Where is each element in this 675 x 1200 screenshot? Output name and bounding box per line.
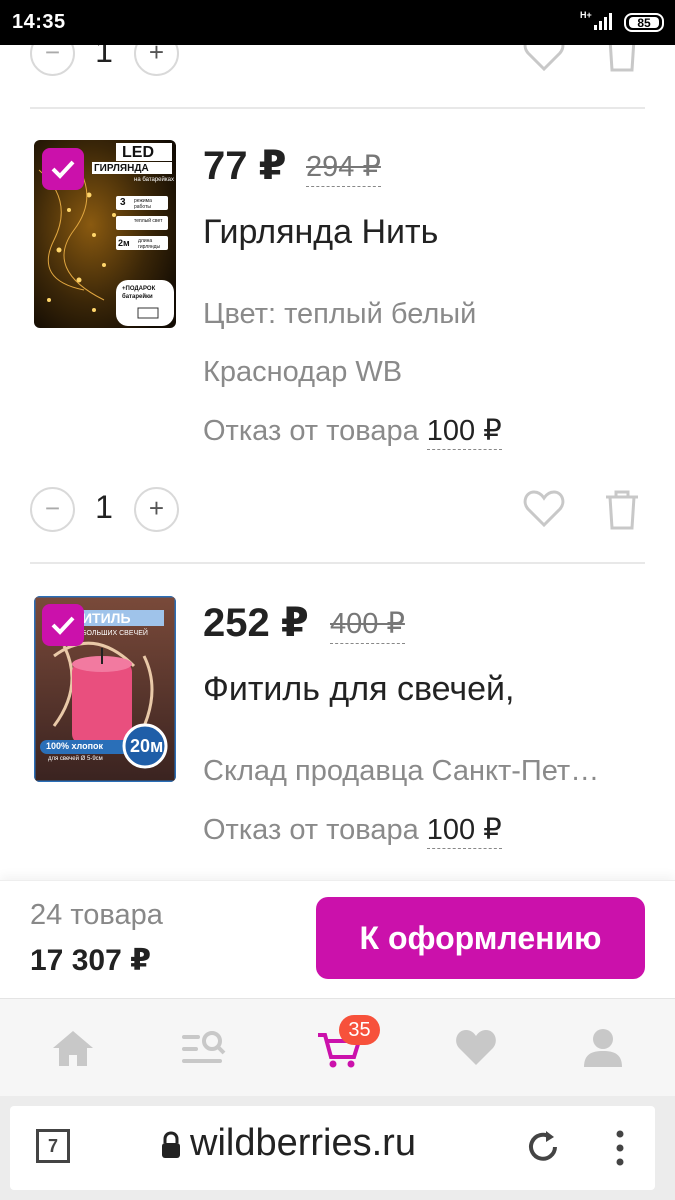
refusal-info: Отказ от товара 100 ₽ [203, 413, 502, 450]
refusal-label: Отказ от товара [203, 415, 419, 447]
status-bar: 14:35 H+ 85 [0, 0, 675, 45]
thumb-feature-text: режима работы [134, 198, 152, 210]
thumb-note: для свечей Ø 5-9см [48, 756, 103, 762]
thumb-feature-text: длина гирлянды [138, 238, 161, 250]
checkmark-icon [51, 160, 75, 179]
network-type: H+ [580, 10, 592, 20]
item-warehouse: Склад продавца Санкт-Пет… [203, 755, 600, 787]
favorites-icon[interactable] [453, 1027, 499, 1069]
thumb-led: LED [122, 144, 154, 161]
total-price: 17 307 ₽ [30, 944, 151, 977]
screen: { "status_bar": { "time": "14:35", "netw… [0, 0, 675, 1200]
delete-icon[interactable] [603, 45, 641, 73]
signal-icon [594, 12, 616, 30]
url-text[interactable]: wildberries.ru [190, 1122, 416, 1165]
item-name[interactable]: Гирлянда Нить [203, 213, 438, 252]
quantity-value: 1 [95, 489, 113, 525]
items-count: 24 товара [30, 899, 163, 931]
increase-quantity-button[interactable]: + [134, 45, 179, 76]
increase-quantity-button[interactable]: + [134, 487, 179, 532]
thumb-gift: +ПОДАРОК батарейки [122, 286, 156, 300]
thumb-length: 20м [130, 736, 164, 756]
lock-icon [162, 1131, 180, 1158]
cart-list[interactable]: − 1 + LED ГИРЛЯНДА на батарейках 3 режим… [0, 45, 675, 880]
quantity-value: 1 [95, 45, 113, 69]
product-image-wick[interactable]: ФИТИЛЬ БОЛЬШИХ СВЕЧЕЙ 100% хлопок для св… [34, 596, 176, 782]
favorite-icon[interactable] [522, 489, 566, 529]
divider [30, 562, 645, 564]
decrease-quantity-button[interactable]: − [30, 487, 75, 532]
menu-icon[interactable] [610, 1126, 630, 1170]
tabs-count-button[interactable]: 7 [36, 1129, 70, 1163]
thumb-feature-text: теплый свет [134, 218, 163, 224]
item-old-price[interactable]: 400 ₽ [330, 606, 405, 644]
status-time: 14:35 [12, 11, 66, 33]
browser-toolbar: 7 wildberries.ru [0, 1096, 675, 1200]
home-icon[interactable] [50, 1027, 96, 1069]
refusal-info: Отказ от товара 100 ₽ [203, 812, 502, 849]
thumb-subtitle: БОЛЬШИХ СВЕЧЕЙ [82, 630, 148, 637]
thumb-feature-num: 3 [120, 197, 126, 208]
select-checkbox[interactable] [42, 148, 84, 190]
item-name[interactable]: Фитиль для свечей, [203, 670, 514, 709]
quantity-row-prev: − 1 + [0, 45, 675, 81]
cart-summary: 24 товара 17 307 ₽ К оформлению [0, 880, 675, 998]
battery-level: 85 [629, 17, 659, 29]
checkmark-icon [51, 616, 75, 635]
catalog-search-icon[interactable] [180, 1027, 226, 1069]
refusal-label: Отказ от товара [203, 814, 419, 846]
item-warehouse: Краснодар WB [203, 356, 403, 388]
item-color: Цвет: теплый белый [203, 298, 477, 330]
item-price: 252 ₽ [203, 601, 309, 645]
delete-icon[interactable] [603, 489, 641, 531]
favorite-icon[interactable] [522, 45, 566, 73]
refusal-amount[interactable]: 100 ₽ [426, 415, 502, 450]
item-price: 77 ₽ [203, 144, 287, 188]
product-image-garland[interactable]: LED ГИРЛЯНДА на батарейках 3 режима рабо… [34, 140, 176, 328]
thumb-title: ГИРЛЯНДА [94, 163, 149, 174]
thumb-feature-num: 2м [118, 238, 130, 248]
thumb-subtitle: на батарейках [134, 177, 174, 183]
reload-icon[interactable] [524, 1128, 562, 1166]
divider [30, 107, 645, 109]
item-old-price[interactable]: 294 ₽ [306, 149, 381, 187]
address-bar[interactable]: 7 wildberries.ru [10, 1106, 655, 1190]
refusal-amount[interactable]: 100 ₽ [426, 814, 502, 849]
checkout-button[interactable]: К оформлению [316, 897, 645, 979]
quantity-row: − 1 + [0, 487, 675, 537]
profile-icon[interactable] [580, 1027, 626, 1069]
decrease-quantity-button[interactable]: − [30, 45, 75, 76]
cart-badge: 35 [339, 1015, 380, 1045]
select-checkbox[interactable] [42, 604, 84, 646]
thumb-material: 100% хлопок [46, 741, 104, 751]
battery-icon: 85 [624, 13, 664, 32]
bottom-nav: 35 [0, 998, 675, 1096]
